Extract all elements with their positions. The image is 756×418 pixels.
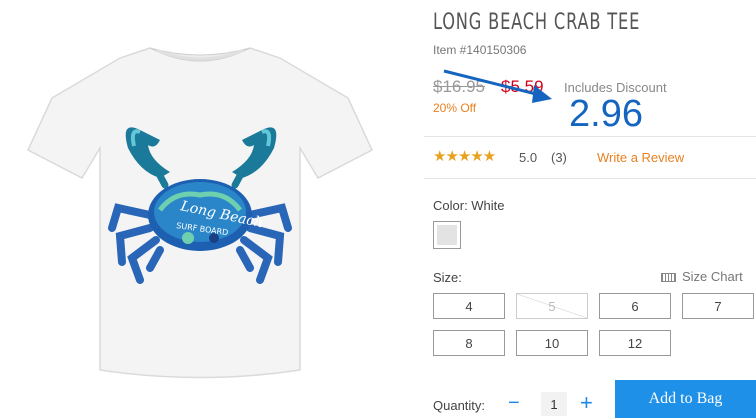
- size-option-4[interactable]: 4: [433, 293, 505, 319]
- write-review-link[interactable]: Write a Review: [597, 150, 684, 165]
- divider: [424, 178, 756, 179]
- product-title: LONG BEACH CRAB TEE: [433, 10, 641, 35]
- ruler-icon: [661, 273, 676, 283]
- divider: [424, 136, 756, 137]
- swatch-fill: [437, 225, 457, 245]
- item-number: Item #140150306: [433, 43, 527, 57]
- color-swatch-white[interactable]: [433, 221, 461, 249]
- review-count: (3): [551, 150, 567, 165]
- size-option-12[interactable]: 12: [599, 330, 671, 356]
- star-rating-icon: ★★★★★: [433, 148, 496, 165]
- quantity-increase-button[interactable]: +: [580, 390, 593, 416]
- size-chart-link[interactable]: Size Chart: [661, 269, 743, 284]
- size-option-5-unavailable: 5: [516, 293, 588, 319]
- quantity-label: Quantity:: [433, 398, 486, 413]
- annotation-arrow-icon: [443, 69, 552, 103]
- size-option-6[interactable]: 6: [599, 293, 671, 319]
- size-option-10[interactable]: 10: [516, 330, 588, 356]
- quantity-value[interactable]: 1: [541, 392, 567, 416]
- annotation-value: 2.96: [569, 93, 643, 135]
- quantity-decrease-button[interactable]: −: [508, 392, 520, 415]
- rating-score: 5.0: [519, 150, 538, 165]
- add-to-bag-button[interactable]: Add to Bag: [615, 380, 756, 418]
- product-image: Long Beach SURF BOARD: [27, 47, 373, 379]
- size-label: Size:: [433, 270, 462, 285]
- color-label: Color: White: [433, 198, 505, 213]
- size-option-7[interactable]: 7: [682, 293, 754, 319]
- size-chart-label: Size Chart: [682, 269, 743, 284]
- size-option-8[interactable]: 8: [433, 330, 505, 356]
